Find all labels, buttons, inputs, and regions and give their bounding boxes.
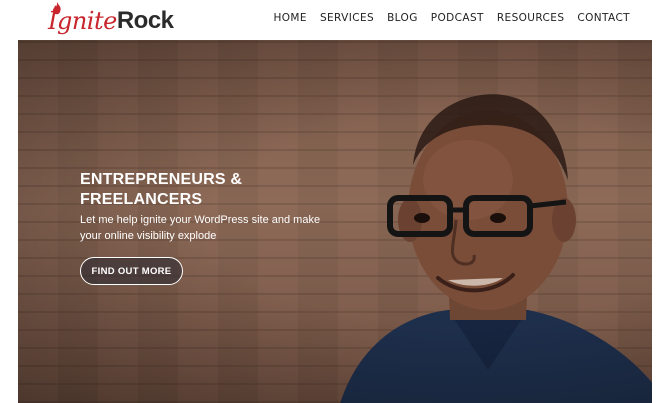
find-out-more-button[interactable]: FIND OUT MORE — [80, 257, 183, 285]
logo-rock-text: Rock — [116, 7, 174, 34]
nav-contact[interactable]: CONTACT — [577, 12, 630, 24]
hero-headline: ENTREPRENEURS & FREELANCERS — [80, 171, 243, 208]
nav-podcast[interactable]: PODCAST — [431, 12, 484, 24]
nav-blog[interactable]: BLOG — [387, 12, 418, 24]
hero-subline: Let me help ignite your WordPress site a… — [80, 214, 321, 242]
flame-icon — [52, 2, 61, 15]
nav-home[interactable]: HOME — [273, 12, 306, 24]
site-header: Ignite Rock HOME SERVICES BLOG PODCAST RE… — [0, 0, 670, 40]
nav-resources[interactable]: RESOURCES — [497, 12, 565, 24]
nav-services[interactable]: SERVICES — [320, 12, 374, 24]
site-logo[interactable]: Ignite Rock — [48, 2, 174, 36]
hero-text-block: ENTREPRENEURS & FREELANCERS Let me help … — [80, 170, 340, 244]
hero-banner: ENTREPRENEURS & FREELANCERS Let me help … — [18, 40, 652, 403]
main-nav: HOME SERVICES BLOG PODCAST RESOURCES CON… — [273, 12, 630, 24]
